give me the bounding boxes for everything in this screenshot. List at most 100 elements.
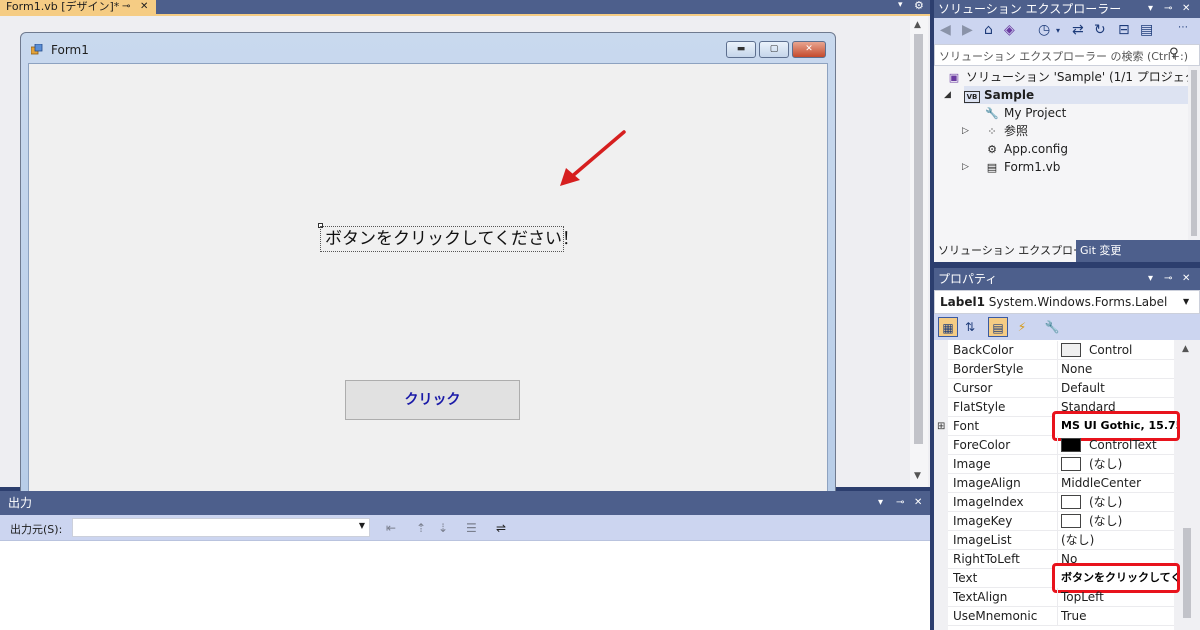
color-swatch (1061, 342, 1081, 357)
close-icon[interactable]: ✕ (914, 491, 922, 515)
property-row-imagealign[interactable]: ImageAlign MiddleCenter (948, 474, 1174, 493)
property-row-textalign[interactable]: TextAlign TopLeft (948, 588, 1174, 607)
scroll-up-icon[interactable]: ▲ (914, 20, 921, 30)
chevron-down-icon[interactable]: ▾ (1056, 26, 1060, 35)
collapse-all-icon[interactable]: ⊟ (1118, 22, 1130, 38)
forward-icon[interactable]: ▶ (962, 22, 973, 38)
property-value-text: True (1061, 609, 1087, 623)
search-icon[interactable]: ⚲ (1169, 46, 1179, 61)
properties-view-icon[interactable]: ▤ (988, 317, 1008, 337)
home-icon[interactable]: ⌂ (984, 22, 993, 38)
scroll-thumb[interactable] (914, 34, 923, 444)
pin-icon[interactable]: ⊸ (1164, 0, 1172, 18)
find-message-icon[interactable]: ⇤ (386, 521, 396, 535)
property-row-imagekey[interactable]: ImageKey (なし) (948, 512, 1174, 531)
property-name: TextAlign (953, 590, 1008, 604)
color-swatch (1061, 437, 1081, 452)
tree-node-project[interactable]: VB Sample (964, 86, 1188, 104)
property-name: BorderStyle (953, 362, 1024, 376)
property-value[interactable]: None (1061, 360, 1174, 379)
label1-control[interactable]: ボタンをクリックしてください！ (320, 226, 579, 252)
maximize-button[interactable]: ▢ (759, 41, 789, 58)
expanded-icon[interactable]: ◢ (944, 90, 951, 100)
solution-icon: ▣ (948, 71, 960, 84)
property-row-cursor[interactable]: Cursor Default (948, 379, 1174, 398)
gear-icon[interactable]: ⚙ (914, 0, 924, 12)
expand-icon[interactable]: ⊞ (937, 417, 945, 436)
close-tab-icon[interactable]: ✕ (140, 0, 148, 14)
click-button-control[interactable]: クリック (345, 380, 520, 420)
solution-tree-scrollbar[interactable] (1188, 66, 1200, 240)
property-value[interactable]: MiddleCenter (1061, 474, 1174, 493)
tree-node-solution[interactable]: ▣ ソリューション 'Sample' (1/1 プロジェクト) (946, 68, 1200, 86)
property-value[interactable]: ControlText (1061, 436, 1174, 455)
output-source-select[interactable]: ▼ (72, 518, 370, 537)
property-name: Font (953, 419, 980, 433)
property-row-usemnemonic[interactable]: UseMnemonic True (948, 607, 1174, 626)
panel-dropdown-icon[interactable]: ▾ (878, 491, 883, 515)
clear-all-icon[interactable]: ☰ (466, 521, 477, 535)
back-icon[interactable]: ◀ (940, 22, 951, 38)
tree-node-my-project[interactable]: 🔧 My Project (984, 104, 1066, 122)
form-client-area[interactable]: ボタンをクリックしてください！ クリック (28, 63, 828, 493)
categorized-icon[interactable]: ▦ (938, 317, 958, 337)
overflow-icon[interactable]: ⋯ (1178, 22, 1188, 33)
property-value[interactable]: (なし) (1061, 455, 1174, 474)
tree-node-form1[interactable]: ▤ Form1.vb (984, 158, 1061, 176)
scroll-thumb[interactable] (1183, 528, 1191, 618)
refresh-icon[interactable]: ↻ (1094, 22, 1106, 38)
property-row-forecolor[interactable]: ForeColor ControlText (948, 436, 1174, 455)
property-row-borderstyle[interactable]: BorderStyle None (948, 360, 1174, 379)
property-value[interactable]: (なし) (1061, 512, 1174, 531)
tree-node-app-config[interactable]: ⚙ App.config (984, 140, 1068, 158)
show-all-files-icon[interactable]: ▤ (1140, 22, 1153, 38)
word-wrap-icon[interactable]: ⇌ (496, 521, 506, 535)
panel-dropdown-icon[interactable]: ▾ (1148, 0, 1153, 18)
output-text-area[interactable] (4, 541, 930, 630)
designer-document: Form1.vb [デザイン]* ⊸ ✕ ▾ ⚙ ▲ ▼ Form1 ▬ ▢ ✕… (0, 0, 930, 493)
property-value[interactable]: (なし) (1061, 493, 1174, 512)
close-icon[interactable]: ✕ (1182, 268, 1190, 290)
previous-message-icon[interactable]: ⇡ (416, 521, 426, 535)
property-row-image[interactable]: Image (なし) (948, 455, 1174, 474)
property-value[interactable]: (なし) (1061, 531, 1174, 550)
pin-icon[interactable]: ⊸ (896, 491, 904, 515)
pending-changes-filter-icon[interactable]: ◷ (1038, 22, 1050, 38)
tab-list-dropdown-icon[interactable]: ▾ (898, 0, 903, 10)
property-value[interactable]: TopLeft (1061, 588, 1174, 607)
pin-icon[interactable]: ⊸ (122, 0, 130, 14)
property-value[interactable]: True (1061, 607, 1174, 626)
panel-dropdown-icon[interactable]: ▾ (1148, 268, 1153, 290)
collapsed-icon[interactable]: ▷ (962, 162, 969, 172)
property-pages-icon[interactable]: 🔧 (1042, 317, 1062, 337)
property-row-imagelist[interactable]: ImageList (なし) (948, 531, 1174, 550)
form1-window[interactable]: Form1 ▬ ▢ ✕ ボタンをクリックしてください！ クリック (20, 32, 836, 493)
tab-form1-designer[interactable]: Form1.vb [デザイン]* ⊸ ✕ (0, 0, 156, 14)
chevron-down-icon[interactable]: ▼ (1183, 291, 1189, 313)
tab-git-changes[interactable]: Git 変更 (1076, 240, 1126, 262)
events-icon[interactable]: ⚡ (1012, 317, 1032, 337)
close-icon[interactable]: ✕ (1182, 0, 1190, 18)
object-selector[interactable]: Label1 System.Windows.Forms.Label ▼ (934, 290, 1200, 314)
tree-node-references[interactable]: ⁘ 参照 (984, 122, 1028, 140)
property-value[interactable]: Default (1061, 379, 1174, 398)
solution-search-input[interactable]: ソリューション エクスプローラー の検索 (Ctrl+:) ⚲ (934, 44, 1200, 66)
designer-vertical-scrollbar[interactable]: ▲ ▼ (910, 16, 928, 487)
scroll-up-icon[interactable]: ▲ (1182, 344, 1189, 354)
property-row-backcolor[interactable]: BackColor Control (948, 341, 1174, 360)
scroll-thumb[interactable] (1191, 70, 1197, 236)
alphabetical-icon[interactable]: ⇅ (960, 317, 980, 337)
switch-views-icon[interactable]: ◈ (1004, 22, 1015, 38)
next-message-icon[interactable]: ⇣ (438, 521, 448, 535)
properties-toolbar: ▦ ⇅ ▤ ⚡ 🔧 (934, 314, 1200, 340)
close-button[interactable]: ✕ (792, 41, 826, 58)
chevron-down-icon[interactable]: ▼ (359, 521, 365, 530)
property-value[interactable]: Control (1061, 341, 1174, 360)
collapsed-icon[interactable]: ▷ (962, 126, 969, 136)
column-separator (1057, 341, 1058, 360)
scroll-down-icon[interactable]: ▼ (914, 471, 921, 481)
sync-icon[interactable]: ⇄ (1072, 22, 1084, 38)
minimize-button[interactable]: ▬ (726, 41, 756, 58)
pin-icon[interactable]: ⊸ (1164, 268, 1172, 290)
property-row-imageindex[interactable]: ImageIndex (なし) (948, 493, 1174, 512)
